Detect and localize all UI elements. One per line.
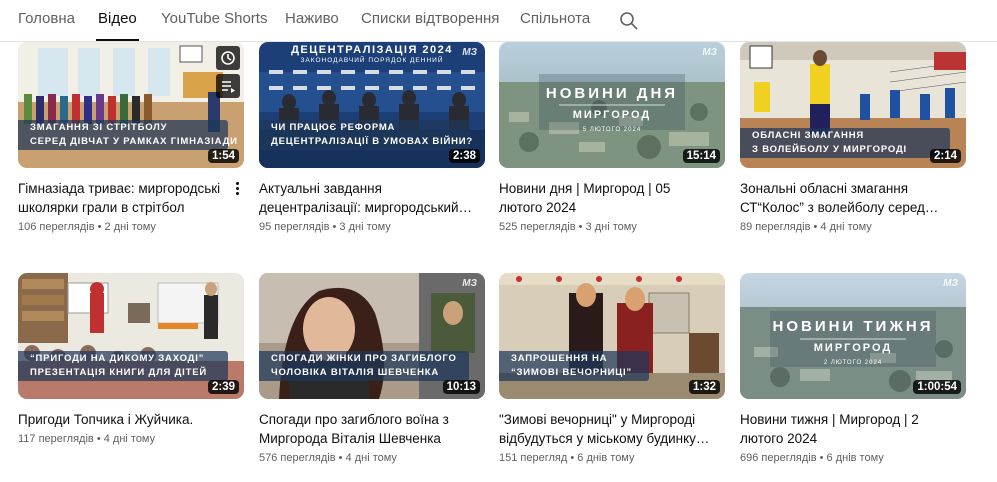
video-thumbnail[interactable]: ЗМАГАННЯ ЗІ СТРІТБОЛУ СЕРЕД ДІВЧАТ У РАМ… (18, 42, 244, 168)
video-card: ОБЛАСНІ ЗМАГАННЯ З ВОЛЕЙБОЛУ У МИРГОРОДІ… (740, 42, 966, 233)
tab-playlists[interactable]: Списки відтворення (361, 10, 499, 27)
meta-separator: • (575, 221, 586, 233)
active-tab-indicator (96, 39, 139, 41)
meta-separator: • (810, 221, 821, 233)
thumbnail-caption: ЗМАГАННЯ ЗІ СТРІТБОЛУ СЕРЕД ДІВЧАТ У РАМ… (18, 120, 237, 150)
video-thumbnail[interactable]: ЗАПРОШЕННЯ НА “ЗИМОВІ ВЕЧОРНИЦІ” 1:32 (499, 273, 725, 399)
upload-age: 2 дні тому (104, 221, 156, 233)
video-thumbnail[interactable]: ОБЛАСНІ ЗМАГАННЯ З ВОЛЕЙБОЛУ У МИРГОРОДІ… (740, 42, 966, 168)
video-card: “ПРИГОДИ НА ДИКОМУ ЗАХОДІ” ПРЕЗЕНТАЦІЯ К… (18, 273, 244, 445)
meta-separator: • (567, 452, 578, 464)
thumbnail-caption: ОБЛАСНІ ЗМАГАННЯ З ВОЛЕЙБОЛУ У МИРГОРОДІ (740, 128, 950, 158)
video-card: ЗАПРОШЕННЯ НА “ЗИМОВІ ВЕЧОРНИЦІ” 1:32 "З… (499, 273, 725, 464)
more-vert-icon[interactable] (233, 182, 241, 198)
video-meta: 576 переглядів • 4 дні тому (259, 452, 397, 464)
view-count: 106 переглядів (18, 221, 95, 233)
video-card: МЗ НОВИНИ ДНЯ МИРГОРОД 5 ЛЮТОГО 2024 15:… (499, 42, 725, 233)
channel-watermark: МЗ (702, 47, 717, 58)
channel-watermark: МЗ (462, 278, 477, 289)
thumbnail-city: МИРГОРОД (813, 342, 893, 354)
upload-age: 4 дні тому (345, 452, 397, 464)
meta-separator: • (329, 221, 340, 233)
video-title[interactable]: Актуальні завдання децентралізації: мирг… (259, 179, 474, 217)
thumbnail-city: МИРГОРОД (572, 109, 652, 121)
video-title[interactable]: Гімназіада триває: миргородські школярки… (18, 179, 233, 217)
thumbnail-caption: ЧИ ПРАЦЮЄ РЕФОРМА ДЕЦЕНТРАЛІЗАЦІЇ В УМОВ… (259, 120, 472, 150)
tab-videos[interactable]: Відео (98, 10, 137, 27)
thumbnail-date: 5 ЛЮТОГО 2024 (582, 127, 642, 133)
upload-age: 3 дні тому (339, 221, 391, 233)
channel-watermark: МЗ (943, 278, 958, 289)
video-thumbnail[interactable]: “ПРИГОДИ НА ДИКОМУ ЗАХОДІ” ПРЕЗЕНТАЦІЯ К… (18, 273, 244, 399)
queue-icon[interactable] (216, 74, 240, 98)
upload-age: 4 дні тому (820, 221, 872, 233)
video-thumbnail[interactable]: МЗ НОВИНИ ДНЯ МИРГОРОД 5 ЛЮТОГО 2024 15:… (499, 42, 725, 168)
view-count: 89 переглядів (740, 221, 811, 233)
video-thumbnail[interactable]: ДЕЦЕНТРАЛІЗАЦІЯ 2024 ЗАКОНОДАВЧИЙ ПОРЯДО… (259, 42, 485, 168)
search-icon[interactable] (619, 11, 639, 31)
thumbnail-caption: ЗАПРОШЕННЯ НА “ЗИМОВІ ВЕЧОРНИЦІ” (499, 351, 649, 381)
upload-age: 6 днів тому (826, 452, 884, 464)
channel-tabs: Головна Відео YouTube Shorts Наживо Спис… (0, 0, 997, 42)
view-count: 117 переглядів (18, 433, 94, 445)
meta-separator: • (335, 452, 346, 464)
video-meta: 95 переглядів • 3 дні тому (259, 221, 391, 233)
duration-badge: 15:14 (682, 149, 720, 163)
meta-separator: • (94, 221, 105, 233)
view-count: 696 переглядів (740, 452, 817, 464)
video-meta: 106 переглядів • 2 дні тому (18, 221, 156, 233)
upload-age: 4 дні тому (103, 433, 156, 445)
video-card: ЗМАГАННЯ ЗІ СТРІТБОЛУ СЕРЕД ДІВЧАТ У РАМ… (18, 42, 244, 233)
thumbnail-caption: СПОГАДИ ЖІНКИ ПРО ЗАГИБЛОГО ЧОЛОВІКА ВІТ… (259, 351, 469, 381)
duration-badge: 1:54 (207, 149, 239, 163)
view-count: 151 перегляд (499, 452, 568, 464)
video-meta: 151 перегляд • 6 днів тому (499, 452, 635, 464)
duration-badge: 1:00:54 (913, 380, 961, 394)
video-meta: 696 переглядів • 6 днів тому (740, 452, 884, 464)
thumbnail-caption: “ПРИГОДИ НА ДИКОМУ ЗАХОДІ” ПРЕЗЕНТАЦІЯ К… (18, 351, 228, 381)
meta-separator: • (93, 433, 104, 445)
hover-actions (216, 46, 240, 102)
video-card: ДЕЦЕНТРАЛІЗАЦІЯ 2024 ЗАКОНОДАВЧИЙ ПОРЯДО… (259, 42, 485, 233)
video-thumbnail[interactable]: МЗ СПОГАДИ ЖІНКИ ПРО ЗАГИБЛОГО ЧОЛОВІКА … (259, 273, 485, 399)
thumbnail-banner-sub: ЗАКОНОДАВЧИЙ ПОРЯДОК ДЕННИЙ (300, 57, 444, 64)
tab-shorts[interactable]: YouTube Shorts (161, 10, 267, 27)
video-title[interactable]: Зональні обласні змагання СТ“Колос” з во… (740, 179, 955, 217)
view-count: 95 переглядів (259, 221, 330, 233)
video-card: МЗ НОВИНИ ТИЖНЯ МИРГОРОД 2 ЛЮТОГО 2024 1… (740, 273, 966, 464)
tab-live[interactable]: Наживо (285, 10, 339, 27)
video-meta: 89 переглядів • 4 дні тому (740, 221, 872, 233)
thumbnail-big-title: НОВИНИ ТИЖНЯ (772, 318, 934, 335)
video-title[interactable]: Спогади про загиблого воїна з Миргорода … (259, 410, 474, 448)
upload-age: 3 дні тому (585, 221, 637, 233)
thumbnail-big-title: НОВИНИ ДНЯ (545, 85, 679, 102)
video-title[interactable]: Новини дня | Миргород | 05 лютого 2024 (499, 179, 714, 217)
duration-badge: 10:13 (442, 380, 480, 394)
video-title[interactable]: "Зимові вечорниці" у Миргороді відбудуть… (499, 410, 714, 448)
tab-home[interactable]: Головна (18, 10, 75, 27)
thumbnail-date: 2 ЛЮТОГО 2024 (823, 360, 883, 366)
duration-badge: 2:38 (448, 149, 480, 163)
duration-badge: 2:14 (929, 149, 961, 163)
channel-watermark: МЗ (462, 47, 477, 58)
video-meta: 525 переглядів • 3 дні тому (499, 221, 637, 233)
duration-badge: 1:32 (688, 380, 720, 394)
duration-badge: 2:39 (207, 380, 239, 394)
video-meta: 117 переглядів • 4 дні тому (18, 433, 155, 445)
clock-icon[interactable] (216, 46, 240, 70)
tab-community[interactable]: Спільнота (520, 10, 590, 27)
meta-separator: • (816, 452, 827, 464)
video-title[interactable]: Новини тижня | Миргород | 2 лютого 2024 (740, 410, 955, 448)
video-title[interactable]: Пригоди Топчика і Жуйчика. (18, 410, 233, 429)
thumbnail-banner: ДЕЦЕНТРАЛІЗАЦІЯ 2024 (291, 44, 453, 56)
view-count: 525 переглядів (499, 221, 576, 233)
video-card: МЗ СПОГАДИ ЖІНКИ ПРО ЗАГИБЛОГО ЧОЛОВІКА … (259, 273, 485, 464)
view-count: 576 переглядів (259, 452, 336, 464)
video-thumbnail[interactable]: МЗ НОВИНИ ТИЖНЯ МИРГОРОД 2 ЛЮТОГО 2024 1… (740, 273, 966, 399)
upload-age: 6 днів тому (577, 452, 635, 464)
